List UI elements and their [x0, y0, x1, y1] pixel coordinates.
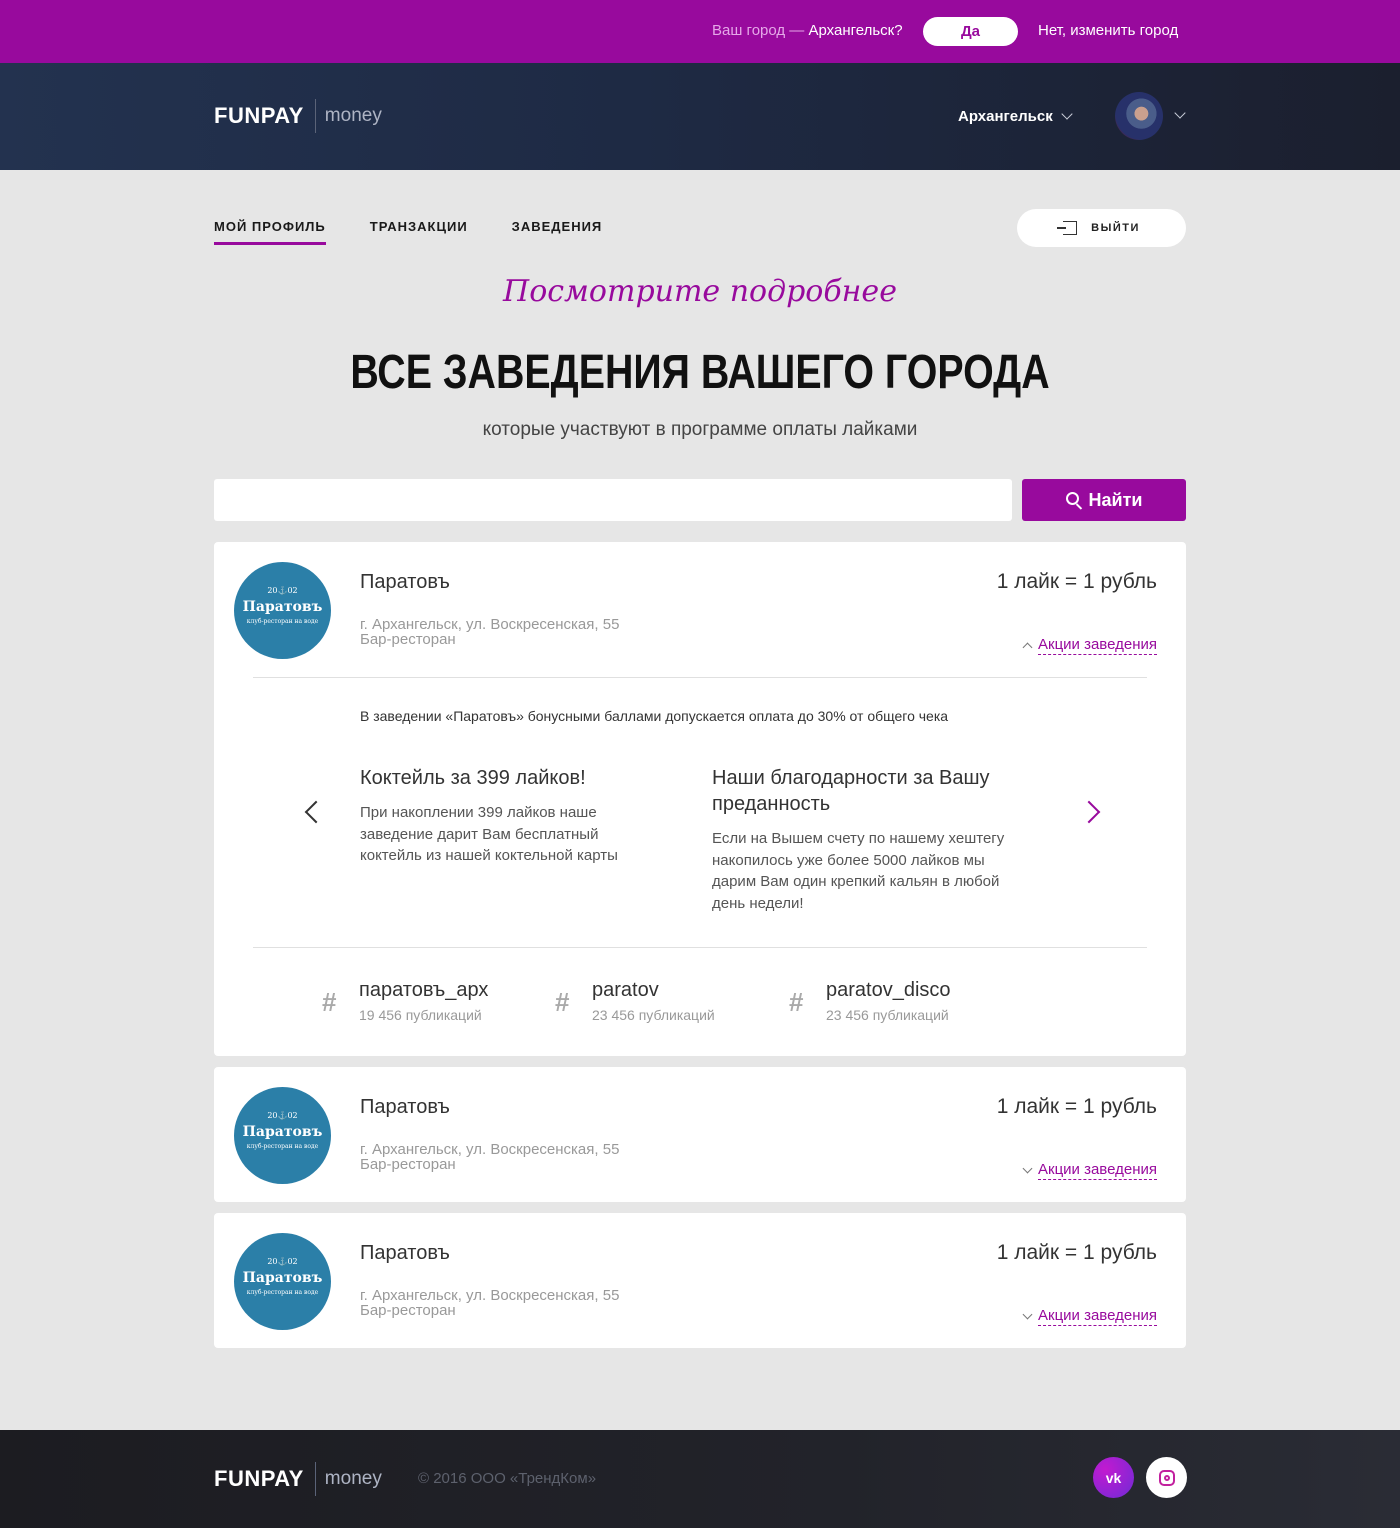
venue-type: Бар-ресторан	[360, 631, 456, 648]
venue-type: Бар-ресторан	[360, 1156, 456, 1173]
funpay-logo[interactable]: FUNPAY money	[214, 99, 382, 133]
promo-description: При накоплении 399 лайков наше заведение…	[360, 804, 618, 864]
venue-logo-name: Паратовъ	[242, 1270, 323, 1286]
city-label: Архангельск	[958, 108, 1053, 125]
chevron-down-icon	[1022, 1163, 1033, 1174]
promo-description: Если на Вышем счету по нашему хештегу на…	[712, 830, 1005, 912]
hero-script-heading: Посмотрите подробнее	[503, 274, 897, 309]
chevron-down-icon	[1061, 108, 1073, 120]
tab-transactions[interactable]: ТРАНЗАКЦИИ	[370, 219, 468, 245]
chevron-up-icon	[1022, 642, 1033, 653]
search-icon	[1065, 492, 1079, 505]
venue-type: Бар-ресторан	[360, 1302, 456, 1319]
venue-rate: 1 лайк = 1 рубль	[996, 570, 1157, 593]
hashtag-count: 19 456 публикаций	[359, 1007, 482, 1023]
page-title: ВСЕ ЗАВЕДЕНИЯ ВАШЕГО ГОРОДА	[350, 346, 1050, 399]
logout-label: ВЫЙТИ	[1091, 222, 1140, 234]
carousel-prev-icon[interactable]	[304, 800, 328, 824]
footer-logo[interactable]: FUNPAY money	[214, 1462, 382, 1496]
change-city-link[interactable]: Нет, изменить город	[1038, 22, 1178, 39]
search-button-label: Найти	[1088, 489, 1143, 510]
logo-main-text: FUNPAY	[214, 103, 304, 128]
profile-tabs: МОЙ ПРОФИЛЬ ТРАНЗАКЦИИ ЗАВЕДЕНИЯ	[214, 219, 602, 245]
hashtag-name: паратовъ_арх	[359, 979, 489, 1001]
venue-logo-subtitle: клуб-ресторан на воде	[246, 618, 319, 625]
logo-separator	[314, 99, 316, 133]
venue-promos-toggle[interactable]: Акции заведения	[1022, 1307, 1157, 1326]
venue-name[interactable]: Паратовъ	[360, 571, 450, 594]
venue-card: 20⚓02 Паратовъ клуб-ресторан на воде Пар…	[214, 1067, 1186, 1202]
hashtag-icon: #	[555, 987, 570, 1017]
venue-card: 20⚓02 Паратовъ клуб-ресторан на воде Пар…	[214, 542, 1186, 1056]
instagram-icon[interactable]	[1146, 1457, 1187, 1498]
hashtag-icon: #	[322, 987, 337, 1017]
venue-name[interactable]: Паратовъ	[360, 1242, 450, 1265]
venue-logo[interactable]: 20⚓02 Паратовъ клуб-ресторан на воде	[234, 1087, 331, 1184]
page-subtitle: которые участвуют в программе оплаты лай…	[482, 419, 918, 440]
venue-logo-subtitle: клуб-ресторан на воде	[246, 1289, 319, 1296]
vk-icon[interactable]: vk	[1093, 1457, 1134, 1498]
vk-glyph: vk	[1105, 1469, 1122, 1486]
city-question: Ваш город — Архангельск?	[712, 22, 903, 39]
city-question-prefix: Ваш город —	[712, 22, 805, 39]
venue-promos-label: Акции заведения	[1038, 1307, 1157, 1326]
logo-sub-text: money	[324, 1468, 382, 1489]
user-avatar[interactable]	[1115, 92, 1163, 140]
venue-logo-name: Паратовъ	[242, 1124, 323, 1140]
divider	[253, 677, 1147, 678]
divider	[253, 947, 1147, 948]
promo-slide: Наши благодарности за Вашу преданность Е…	[712, 765, 1012, 914]
hashtag-name: paratov	[592, 979, 659, 1001]
hashtag-count: 23 456 публикаций	[592, 1007, 715, 1023]
venue-logo-name: Паратовъ	[242, 599, 323, 615]
venue-logo[interactable]: 20⚓02 Паратовъ клуб-ресторан на воде	[234, 1233, 331, 1330]
logo-main-text: FUNPAY	[214, 1466, 304, 1491]
promo-title: Наши благодарности за Вашу преданность	[712, 767, 990, 815]
hashtag-icon: #	[789, 987, 804, 1017]
venue-promos-label: Акции заведения	[1038, 636, 1157, 655]
venue-rate: 1 лайк = 1 рубль	[996, 1241, 1157, 1264]
logo-sub-text: money	[324, 105, 382, 126]
hashtag-name: paratov_disco	[826, 979, 951, 1001]
promo-slide: Коктейль за 399 лайков! При накоплении 3…	[360, 765, 660, 867]
confirm-city-button[interactable]: Да	[923, 17, 1018, 46]
search-input[interactable]	[214, 479, 1012, 521]
city-question-city: Архангельск?	[808, 22, 903, 39]
venue-logo-year: 20⚓02	[267, 1111, 298, 1120]
venue-promos-label: Акции заведения	[1038, 1161, 1157, 1180]
venue-promos-toggle[interactable]: Акции заведения	[1022, 1161, 1157, 1180]
hashtag-count: 23 456 публикаций	[826, 1007, 949, 1023]
site-header: FUNPAY money Архангельск	[0, 63, 1400, 170]
venue-logo-year: 20⚓02	[267, 1257, 298, 1266]
instagram-glyph	[1158, 1469, 1175, 1486]
venue-promos-toggle[interactable]: Акции заведения	[1022, 636, 1157, 655]
city-selector[interactable]: Архангельск	[958, 108, 1073, 125]
copyright: © 2016 ООО «ТрендКом»	[418, 1470, 597, 1487]
venue-card: 20⚓02 Паратовъ клуб-ресторан на воде Пар…	[214, 1213, 1186, 1348]
logout-icon	[1057, 221, 1078, 235]
site-footer: FUNPAY money © 2016 ООО «ТрендКом» vk	[0, 1430, 1400, 1528]
venue-logo-subtitle: клуб-ресторан на воде	[246, 1143, 319, 1150]
venue-name[interactable]: Паратовъ	[360, 1096, 450, 1119]
city-confirm-bar: Ваш город — Архангельск? Да Нет, изменит…	[0, 0, 1400, 63]
tab-my-profile[interactable]: МОЙ ПРОФИЛЬ	[214, 219, 326, 245]
search-button[interactable]: Найти	[1022, 479, 1186, 521]
chevron-down-icon	[1022, 1309, 1033, 1320]
venue-logo-year: 20⚓02	[267, 586, 298, 595]
venue-logo[interactable]: 20⚓02 Паратовъ клуб-ресторан на воде	[234, 562, 331, 659]
logout-button[interactable]: ВЫЙТИ	[1017, 209, 1186, 247]
venue-payment-note: В заведении «Паратовъ» бонусными баллами…	[360, 708, 949, 724]
venue-rate: 1 лайк = 1 рубль	[996, 1095, 1157, 1118]
carousel-next-icon[interactable]	[1077, 800, 1101, 824]
tab-venues[interactable]: ЗАВЕДЕНИЯ	[512, 219, 603, 245]
logo-separator	[314, 1462, 316, 1496]
promo-title: Коктейль за 399 лайков!	[360, 767, 586, 789]
